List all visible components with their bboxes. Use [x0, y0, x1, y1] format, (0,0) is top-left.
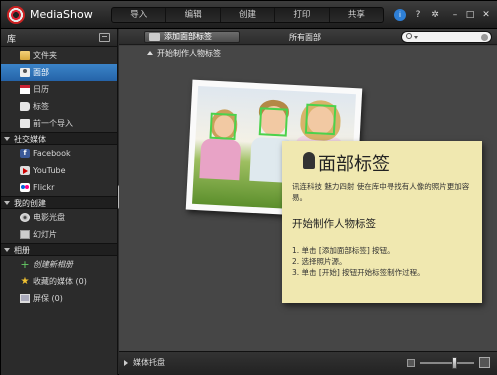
- monitor-icon: [20, 294, 30, 303]
- expand-tray-icon[interactable]: [124, 360, 128, 366]
- star-icon: ★: [20, 276, 30, 287]
- sidebar-item-label: 屏保 (0): [33, 294, 63, 303]
- folder-icon: [20, 51, 30, 60]
- note-step: 3. 单击 [开始] 按钮开始标签制作过程。: [292, 268, 425, 277]
- sidebar-item-movie-disc[interactable]: 电影光盘: [1, 209, 117, 226]
- sidebar-item-label: YouTube: [33, 166, 66, 175]
- note-header: 面部标签: [292, 141, 472, 179]
- sidebar-item-screensaver[interactable]: 屏保 (0): [1, 290, 117, 307]
- tag-icon: [20, 102, 30, 111]
- search-icon: [406, 33, 412, 39]
- sidebar-item-label: 面部: [33, 68, 49, 77]
- minimize-icon[interactable]: –: [449, 9, 461, 21]
- person-silhouette-icon: [303, 152, 315, 169]
- section-albums[interactable]: 相册: [1, 243, 117, 256]
- search-input[interactable]: [401, 31, 492, 43]
- note-step: 1. 单击 [添加面部标签] 按钮。: [292, 246, 395, 255]
- sidebar-item-flickr[interactable]: Flickr: [1, 179, 117, 196]
- face-detect-box: [304, 103, 337, 136]
- close-icon[interactable]: ✕: [480, 9, 492, 21]
- section-social-media[interactable]: 社交媒体: [1, 132, 117, 145]
- app-window: MediaShow 导入 编辑 创建 打印 共享 i ? ✲ – □ ✕ 库 文…: [0, 0, 497, 375]
- add-face-tag-label: 添加面部标签: [164, 32, 212, 41]
- section-title: 社交媒体: [14, 135, 46, 144]
- sidebar-item-tags[interactable]: 标签: [1, 98, 117, 115]
- library-title: 库: [7, 35, 17, 45]
- mediashow-logo-icon: [7, 6, 25, 24]
- tab-share[interactable]: 共享: [330, 8, 383, 22]
- sidebar-item-label: 文件夹: [33, 51, 57, 60]
- tab-edit[interactable]: 编辑: [166, 8, 221, 22]
- face-tagging-tip-note: 面部标签 讯连科技 魅力四射 使在库中寻找有人像的照片更加容易。 开始制作人物标…: [282, 141, 482, 303]
- main-view: 添加面部标签 所有面部 开始制作人物标签 面部标签 讯连科技 魅力四射 使在库中…: [119, 29, 497, 351]
- section-my-creations[interactable]: 我的创建: [1, 196, 117, 209]
- sidebar-item-label: 标签: [33, 102, 49, 111]
- add-face-tag-button[interactable]: 添加面部标签: [144, 31, 240, 43]
- settings-gear-icon[interactable]: ✲: [429, 9, 441, 21]
- sidebar-item-label: 电影光盘: [33, 213, 65, 222]
- library-panel: 库 文件夹 面部 日历 标签 前一个导入 社交媒体 f Facebook You…: [1, 29, 118, 375]
- thumbnail-size-slider-handle[interactable]: [452, 357, 458, 369]
- sidebar-item-label: Flickr: [33, 183, 55, 192]
- sidebar-item-label: Facebook: [33, 149, 71, 158]
- clear-search-icon[interactable]: [481, 34, 488, 41]
- face-content: 开始制作人物标签 面部标签 讯连科技 魅力四射 使在库中寻找有人像的照片更加容易…: [119, 46, 497, 351]
- import-icon: [20, 119, 30, 128]
- tab-import[interactable]: 导入: [112, 8, 167, 22]
- group-header[interactable]: 开始制作人物标签: [147, 48, 221, 59]
- calendar-icon: [20, 85, 30, 94]
- media-tray: 媒体托盘: [119, 351, 497, 375]
- disc-icon: [20, 213, 30, 222]
- face-detect-box: [258, 107, 289, 137]
- youtube-icon: [20, 166, 30, 175]
- plus-icon: +: [20, 258, 30, 271]
- section-title: 相册: [14, 246, 30, 255]
- sidebar-item-slideshow[interactable]: 幻灯片: [1, 226, 117, 243]
- sidebar-item-facebook[interactable]: f Facebook: [1, 145, 117, 162]
- app-title: MediaShow: [30, 8, 93, 21]
- sidebar-item-previous-import[interactable]: 前一个导入: [1, 115, 117, 132]
- face-detect-box: [209, 112, 237, 140]
- note-step: 2. 选择照片源。: [292, 257, 347, 266]
- tab-print[interactable]: 打印: [275, 8, 330, 22]
- sidebar-item-favorites[interactable]: ★ 收藏的媒体 (0): [1, 273, 117, 290]
- library-view-toggle-icon[interactable]: [99, 33, 110, 42]
- view-title: 所有面部: [289, 33, 321, 42]
- slideshow-icon: [20, 230, 30, 239]
- tab-create[interactable]: 创建: [221, 8, 276, 22]
- sidebar-item-create-album[interactable]: + 创建新相册: [1, 256, 117, 273]
- thumbnail-size-slider[interactable]: [420, 362, 474, 364]
- main-nav: 导入 编辑 创建 打印 共享: [111, 7, 384, 23]
- sidebar-item-folders[interactable]: 文件夹: [1, 47, 117, 64]
- sidebar-item-label: 前一个导入: [33, 119, 73, 128]
- chevron-down-icon[interactable]: [414, 36, 418, 39]
- title-bar: MediaShow 导入 编辑 创建 打印 共享 i ? ✲ – □ ✕: [1, 1, 497, 29]
- thumbnail-large-icon[interactable]: [479, 357, 490, 368]
- sidebar-item-label: 收藏的媒体 (0): [33, 277, 87, 286]
- media-tray-label[interactable]: 媒体托盘: [133, 357, 165, 368]
- note-title: 面部标签: [318, 154, 390, 175]
- sidebar-item-faces[interactable]: 面部: [1, 64, 117, 81]
- facebook-icon: f: [20, 149, 30, 158]
- face-icon: [20, 68, 30, 77]
- flickr-icon: [20, 183, 30, 192]
- section-title: 我的创建: [14, 199, 46, 208]
- note-description: 讯连科技 魅力四射 使在库中寻找有人像的照片更加容易。: [292, 182, 470, 202]
- note-steps: 1. 单击 [添加面部标签] 按钮。 2. 选择照片源。 3. 单击 [开始] …: [292, 245, 472, 278]
- update-info-icon[interactable]: i: [394, 9, 406, 21]
- add-face-tag-icon: [149, 33, 160, 41]
- sidebar-item-label: 创建新相册: [33, 260, 73, 269]
- thumbnail-small-icon[interactable]: [407, 359, 415, 367]
- library-header: 库: [1, 29, 117, 47]
- main-toolbar: 添加面部标签 所有面部: [119, 29, 497, 45]
- sidebar-item-label: 日历: [33, 85, 49, 94]
- sidebar-item-youtube[interactable]: YouTube: [1, 162, 117, 179]
- note-subtitle: 开始制作人物标签: [292, 218, 376, 230]
- help-icon[interactable]: ?: [412, 9, 424, 21]
- sidebar-item-label: 幻灯片: [33, 230, 57, 239]
- sidebar-item-calendar[interactable]: 日历: [1, 81, 117, 98]
- maximize-icon[interactable]: □: [464, 9, 476, 21]
